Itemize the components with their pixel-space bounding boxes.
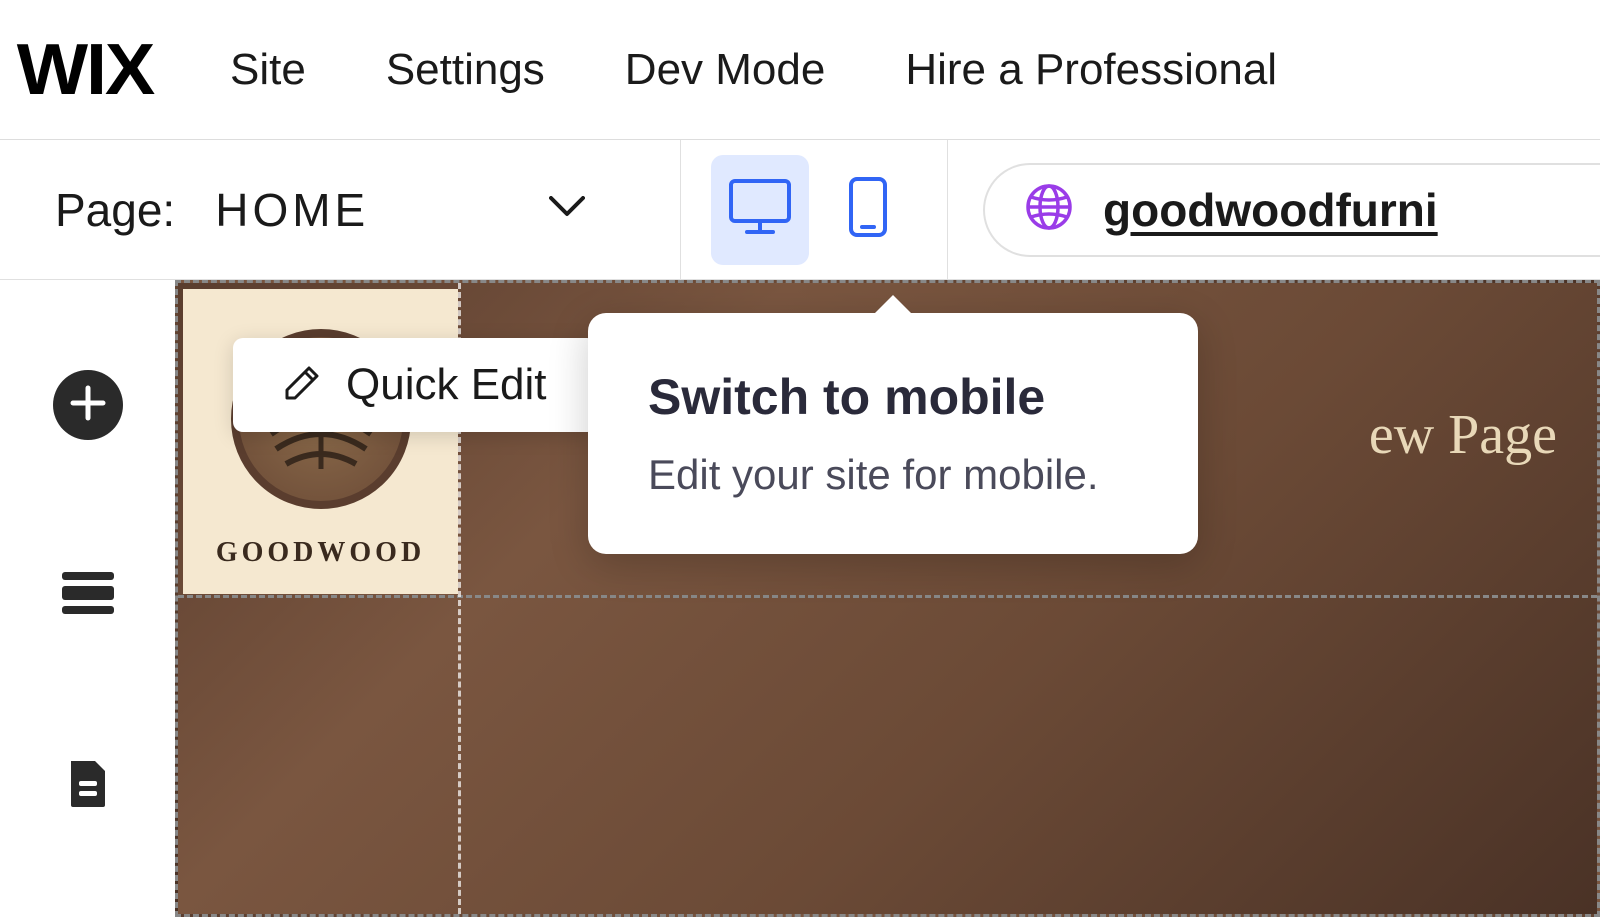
quick-edit-label: Quick Edit xyxy=(346,360,547,410)
desktop-view-button[interactable] xyxy=(711,155,809,265)
add-element-button[interactable] xyxy=(53,370,123,440)
editor-canvas[interactable]: GOODWOOD ew Page Quick Edit Switch to mo… xyxy=(175,280,1600,917)
main-editor-area: GOODWOOD ew Page Quick Edit Switch to mo… xyxy=(0,280,1600,917)
url-text: goodwoodfurni xyxy=(1103,183,1438,237)
menu-hire-professional[interactable]: Hire a Professional xyxy=(905,45,1277,95)
device-switcher xyxy=(680,140,948,279)
page-selector[interactable]: Page: HOME xyxy=(0,140,680,279)
pages-button[interactable] xyxy=(53,750,123,820)
left-sidebar xyxy=(0,280,175,917)
plus-icon xyxy=(69,384,107,427)
top-menu-bar: WIX Site Settings Dev Mode Hire a Profes… xyxy=(0,0,1600,140)
wix-logo[interactable]: WIX xyxy=(17,29,153,111)
quick-edit-button[interactable]: Quick Edit xyxy=(233,338,597,432)
site-logo-text: GOODWOOD xyxy=(216,537,425,569)
mobile-tooltip: Switch to mobile Edit your site for mobi… xyxy=(588,313,1198,554)
menu-settings[interactable]: Settings xyxy=(386,45,545,95)
sections-button[interactable] xyxy=(53,560,123,630)
tooltip-description: Edit your site for mobile. xyxy=(648,451,1138,499)
tooltip-title: Switch to mobile xyxy=(648,368,1138,426)
url-section: goodwoodfurni xyxy=(948,140,1600,279)
site-nav-item[interactable]: ew Page xyxy=(1369,403,1557,467)
menu-site[interactable]: Site xyxy=(230,45,306,95)
page-toolbar: Page: HOME xyxy=(0,140,1600,280)
mobile-icon xyxy=(849,177,887,242)
site-logo-box[interactable]: GOODWOOD xyxy=(183,289,458,594)
globe-icon xyxy=(1025,183,1073,236)
pencil-icon xyxy=(283,364,321,407)
page-name: HOME xyxy=(215,183,369,237)
url-display[interactable]: goodwoodfurni xyxy=(983,163,1600,257)
page-label: Page: xyxy=(55,183,175,237)
page-icon xyxy=(67,757,109,814)
desktop-icon xyxy=(729,179,791,240)
chevron-down-icon[interactable] xyxy=(549,196,585,223)
menu-dev-mode[interactable]: Dev Mode xyxy=(625,45,826,95)
mobile-view-button[interactable] xyxy=(819,155,917,265)
sections-icon xyxy=(62,572,114,619)
